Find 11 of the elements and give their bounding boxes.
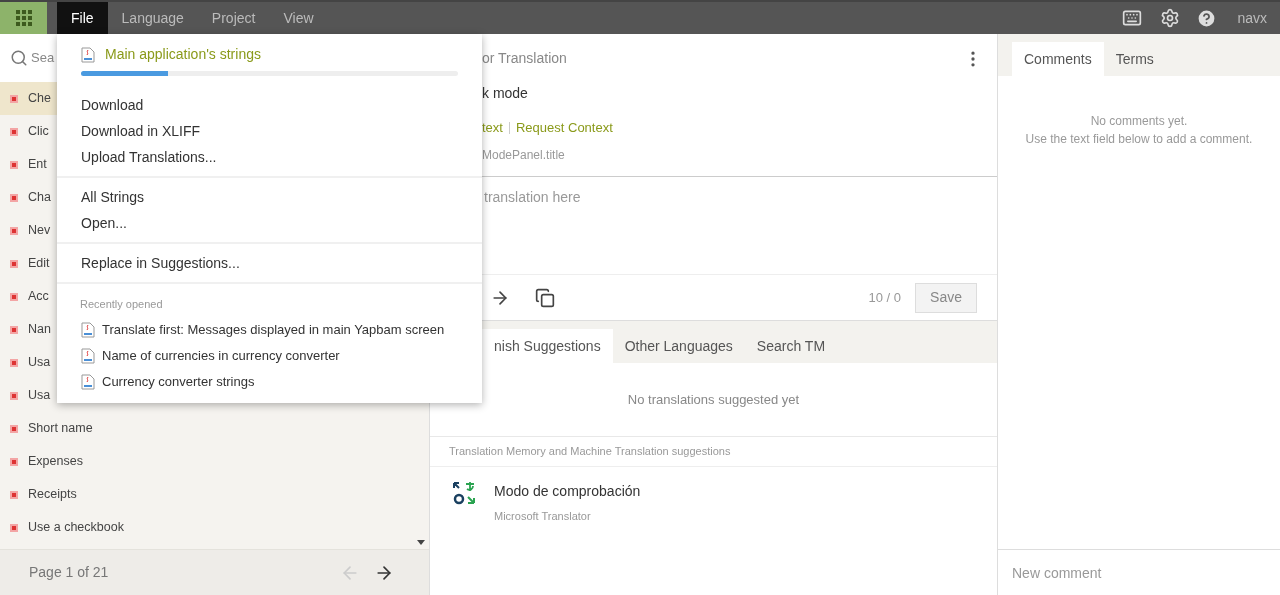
- string-key: ModePanel.title: [482, 145, 983, 164]
- source-text: k mode: [482, 84, 529, 103]
- empty-comments-message: No comments yet.: [1090, 113, 1188, 130]
- page-indicator: Page 1 of 21: [29, 563, 110, 582]
- suggestion-source: Microsoft Translator: [494, 509, 592, 524]
- section-heading: Translation Memory and Machine Translation suggestions: [430, 437, 997, 467]
- empty-comments-message: Use the text field below to add a comment.: [1025, 131, 1253, 148]
- recent-heading: Recently opened: [79, 297, 164, 312]
- character-counter: 10 / 0: [868, 288, 902, 307]
- suggestion-text: Modo de comprobación: [494, 482, 641, 501]
- panel-title: or Translation: [482, 49, 568, 68]
